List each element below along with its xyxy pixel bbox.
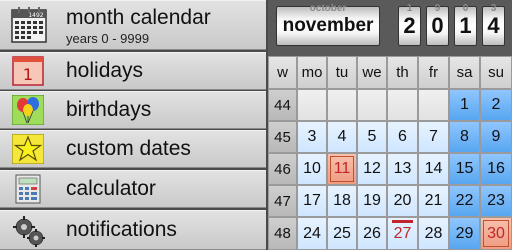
calendar-day-empty [357, 89, 387, 121]
calendar-day[interactable]: 12 [357, 153, 387, 185]
calendar-day[interactable]: 27 [387, 217, 418, 250]
calendar-day[interactable]: 5 [357, 121, 387, 153]
year-digit-4-ghost: 3 [490, 3, 497, 14]
calculator-icon [12, 174, 44, 204]
app: 1492 month calendar years 0 - 9999 1 hol… [0, 0, 512, 250]
weekday-header-we: we [357, 56, 387, 89]
menu-item-holidays[interactable]: 1 holidays [0, 52, 266, 90]
holiday-calendar-icon: 1 [12, 56, 44, 86]
calendar-day[interactable]: 17 [297, 185, 327, 217]
menu-label-holidays: holidays [66, 59, 144, 82]
star-icon [11, 133, 45, 165]
calendar-icon-year: 1492 [28, 12, 43, 19]
calendar-day[interactable]: 1 [449, 89, 480, 121]
gears-icon [12, 215, 45, 247]
year-digit-1-ghost: 1 [406, 3, 413, 14]
weekday-header-su: su [480, 56, 512, 89]
menu-label-birthdays: birthdays [66, 98, 152, 121]
menu-label-notifications: notifications [66, 218, 177, 241]
calendar-day[interactable]: 25 [327, 217, 357, 250]
calendar-day[interactable]: 10 [297, 153, 327, 185]
calendar-day-empty [327, 89, 357, 121]
calendar-day[interactable]: 2 [480, 89, 512, 121]
menu-title: month calendar [66, 6, 211, 29]
week-number: 44 [268, 89, 297, 121]
calendar-day[interactable]: 8 [449, 121, 480, 153]
calendar-day[interactable]: 13 [387, 153, 418, 185]
calendar-day-empty [297, 89, 327, 121]
calendar-day[interactable]: 19 [357, 185, 387, 217]
calendar-day[interactable]: 22 [449, 185, 480, 217]
calendar-day[interactable]: 15 [449, 153, 480, 185]
calendar-day[interactable]: 24 [297, 217, 327, 250]
menu-item-month-calendar[interactable]: 1492 month calendar years 0 - 9999 [0, 0, 266, 50]
calendar-day-highlighted[interactable]: 30 [480, 217, 512, 250]
month-ghost: october [309, 3, 347, 14]
calendar-cells: w mo tu we th fr sa su 44 1 2 45 3 4 5 6 7 8 9 46 10 11 12 13 14… [268, 56, 512, 250]
menu: 1492 month calendar years 0 - 9999 1 hol… [0, 0, 268, 250]
calendar-day[interactable]: 26 [357, 217, 387, 250]
weekday-header-fr: fr [418, 56, 449, 89]
calendar-day[interactable]: 20 [387, 185, 418, 217]
calendar-day[interactable]: 7 [418, 121, 449, 153]
calendar-day[interactable]: 9 [480, 121, 512, 153]
year-digit-3-ghost: 0 [462, 3, 469, 14]
year-digit-2-ghost: 9 [434, 3, 441, 14]
year-digit-1[interactable]: 1 2 [398, 3, 421, 46]
week-number: 46 [268, 153, 297, 185]
balloons-icon [11, 94, 45, 126]
month-value: november [282, 15, 374, 36]
calendar-day[interactable]: 16 [480, 153, 512, 185]
year-digit-2[interactable]: 9 0 [426, 3, 449, 46]
menu-item-birthdays[interactable]: birthdays [0, 91, 266, 129]
calendar-day[interactable]: 14 [418, 153, 449, 185]
weekday-header-sa: sa [449, 56, 480, 89]
calendar-day-highlighted[interactable]: 11 [327, 153, 357, 185]
calendar-day-empty [418, 89, 449, 121]
week-number: 45 [268, 121, 297, 153]
menu-label-custom-dates: custom dates [66, 137, 191, 160]
calendar-day[interactable]: 21 [418, 185, 449, 217]
calendar-day[interactable]: 28 [418, 217, 449, 250]
week-number: 48 [268, 217, 297, 250]
year-digit-4[interactable]: 3 4 [482, 3, 505, 46]
calendar-grid: w mo tu we th fr sa su 44 1 2 45 3 4 5 6 7 8 9 46 10 11 12 13 14… [268, 56, 512, 250]
year-digit-4-value: 4 [487, 13, 500, 38]
calendar-icon: 1492 [10, 6, 48, 44]
weekday-header-th: th [387, 56, 418, 89]
month-selector[interactable]: october november [276, 3, 380, 46]
weekday-header-mo: mo [297, 56, 327, 89]
calendar-day[interactable]: 18 [327, 185, 357, 217]
weekday-header-tu: tu [327, 56, 357, 89]
weekday-header-w: w [268, 56, 297, 89]
calendar-day[interactable]: 3 [297, 121, 327, 153]
year-digit-2-value: 0 [431, 13, 444, 38]
calendar-day[interactable]: 23 [480, 185, 512, 217]
menu-item-custom-dates[interactable]: custom dates [0, 130, 266, 168]
calendar-day-empty [387, 89, 418, 121]
week-number: 47 [268, 185, 297, 217]
year-digit-3-value: 1 [459, 13, 472, 38]
holiday-icon-text: 1 [23, 65, 33, 84]
menu-item-notifications[interactable]: notifications [0, 210, 266, 250]
menu-item-calculator[interactable]: calculator [0, 170, 266, 208]
calendar-day[interactable]: 29 [449, 217, 480, 250]
date-picker-bar: october november 1 2 9 0 0 1 3 4 [268, 0, 512, 56]
year-digit-1-value: 2 [403, 13, 416, 38]
calendar-day[interactable]: 6 [387, 121, 418, 153]
menu-subtitle: years 0 - 9999 [66, 31, 150, 46]
year-digit-3[interactable]: 0 1 [454, 3, 477, 46]
calendar-day[interactable]: 4 [327, 121, 357, 153]
menu-label-calculator: calculator [66, 177, 156, 200]
